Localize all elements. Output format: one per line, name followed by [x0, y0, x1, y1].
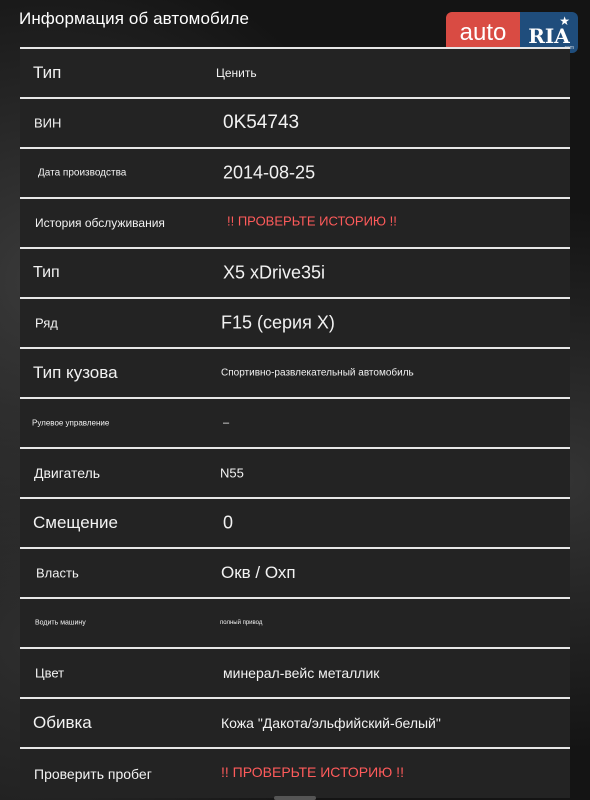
row-value: Ценить — [216, 66, 257, 80]
row-value: N55 — [220, 465, 244, 481]
star-icon: ★ — [559, 14, 570, 28]
info-row-body-type: Тип кузова Спортивно-развлекательный авт… — [20, 347, 570, 397]
row-value: 0K54743 — [223, 112, 300, 133]
row-label: Тип кузова — [33, 363, 118, 382]
info-row-color: Цвет минерал-вейс металлик — [20, 647, 570, 697]
info-row-drive: Водить машину полный привод — [20, 597, 570, 647]
row-label: ВИН — [34, 115, 62, 131]
row-label: Ряд — [35, 315, 58, 331]
row-label: Обивка — [33, 713, 92, 732]
row-value: – — [223, 417, 230, 429]
row-label: Рулевое управление — [32, 418, 110, 428]
page-title: Информация об автомобиле — [19, 9, 250, 28]
car-info-table: Тип Ценить ВИН 0K54743 Дата производства… — [20, 47, 570, 798]
row-value-warning: !! ПРОВЕРЬТЕ ИСТОРИЮ !! — [227, 213, 397, 229]
row-label: Дата производства — [38, 167, 127, 179]
info-row-series: Ряд F15 (серия X) — [20, 297, 570, 347]
info-row-steering: Рулевое управление – — [20, 397, 570, 447]
info-row-production-date: Дата производства 2014-08-25 — [20, 147, 570, 197]
row-value: минерал-вейс металлик — [223, 665, 380, 681]
info-row-vin: ВИН 0K54743 — [20, 97, 570, 147]
info-row-upholstery: Обивка Кожа "Дакота/эльфийский-белый" — [20, 697, 570, 747]
row-value: F15 (серия X) — [221, 312, 335, 333]
row-value: полный привод — [220, 620, 263, 626]
row-label: Цвет — [35, 665, 65, 681]
row-value: 0 — [223, 512, 234, 533]
info-row-mileage-check: Проверить пробег !! ПРОВЕРЬТЕ ИСТОРИЮ !! — [20, 747, 570, 798]
row-value: Спортивно-развлекательный автомобиль — [221, 367, 414, 379]
scroll-indicator[interactable] — [274, 796, 316, 800]
row-label: Проверить пробег — [34, 765, 152, 782]
row-label: История обслуживания — [35, 216, 165, 230]
row-label: Власть — [36, 565, 79, 581]
info-row-service-history: История обслуживания !! ПРОВЕРЬТЕ ИСТОРИ… — [20, 197, 570, 247]
row-value: 2014-08-25 — [223, 162, 316, 183]
row-label: Тип — [33, 63, 62, 82]
info-row-engine: Двигатель N55 — [20, 447, 570, 497]
row-value-warning: !! ПРОВЕРЬТЕ ИСТОРИЮ !! — [221, 763, 404, 780]
row-label: Двигатель — [34, 465, 101, 481]
row-value: X5 xDrive35i — [223, 262, 326, 283]
row-value: Кожа "Дакота/эльфийский-белый" — [221, 715, 441, 731]
info-row-power: Власть Окв / Охп — [20, 547, 570, 597]
row-label: Смещение — [33, 513, 119, 532]
row-label: Тип — [33, 264, 60, 281]
row-value: Окв / Охп — [221, 563, 296, 582]
info-row-type: Тип Ценить — [20, 47, 570, 97]
row-label: Водить машину — [35, 619, 86, 627]
info-row-displacement: Смещение 0 — [20, 497, 570, 547]
info-row-model: Тип X5 xDrive35i — [20, 247, 570, 297]
